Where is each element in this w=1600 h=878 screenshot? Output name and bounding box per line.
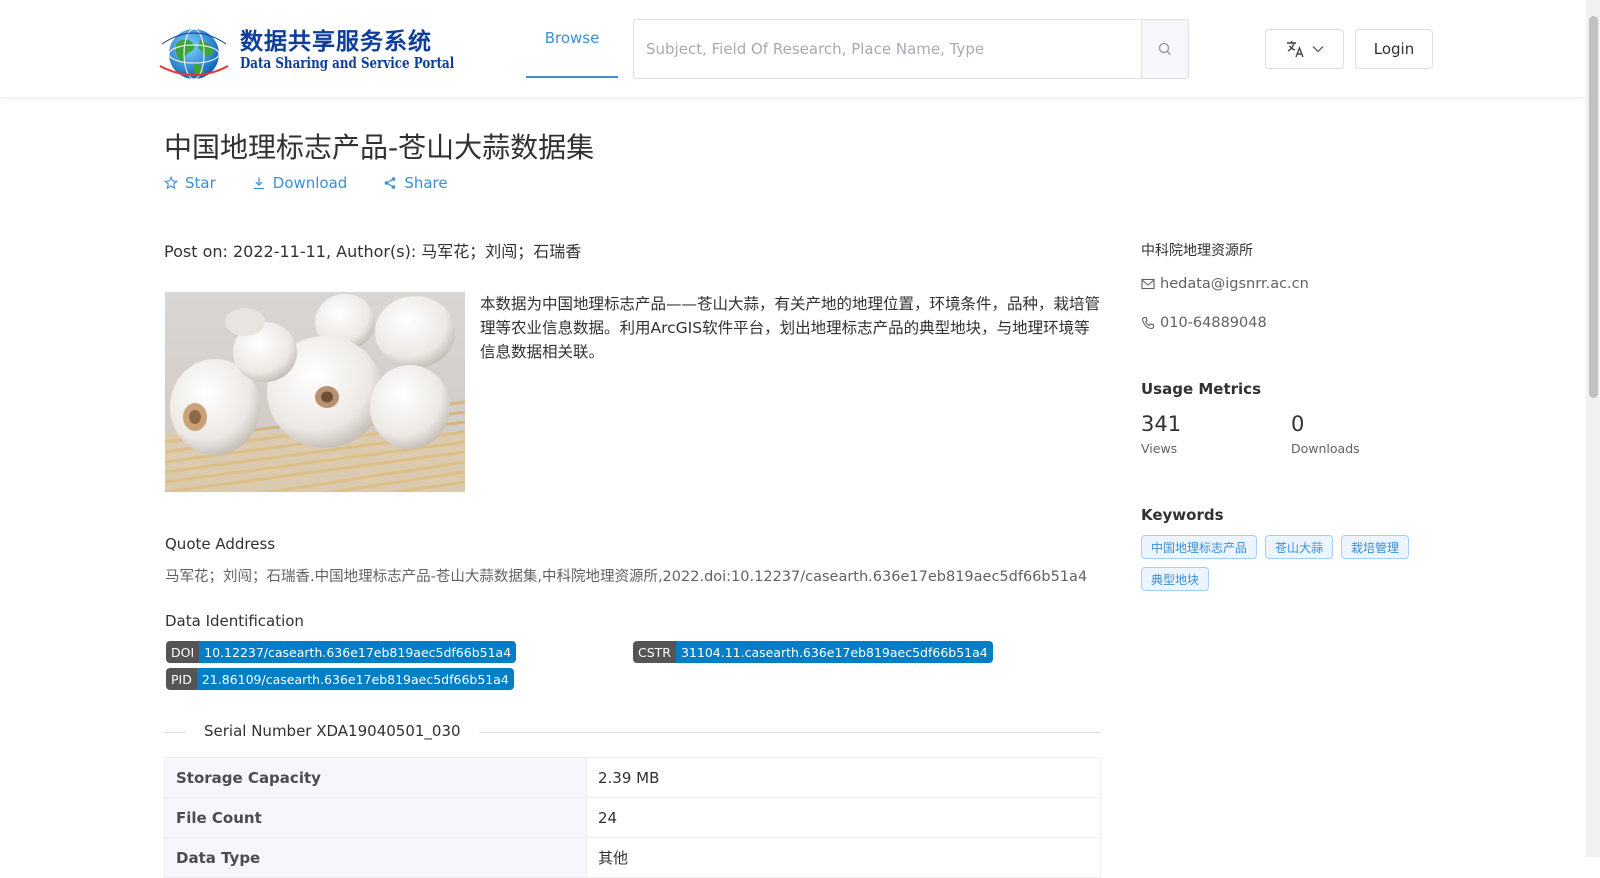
file-count-value: 24 — [586, 797, 1101, 838]
file-count-label: File Count — [164, 797, 587, 838]
post-info: Post on: 2022-11-11, Author(s): 马军花；刘闯；石… — [164, 242, 582, 261]
email-text: hedata@igsnrr.ac.cn — [1160, 276, 1309, 292]
dataset-thumbnail — [165, 292, 465, 492]
cstr-badge[interactable]: CSTR 31104.11.casearth.636e17eb819aec5df… — [633, 641, 993, 663]
dataset-title: 中国地理标志产品-苍山大蒜数据集 — [164, 131, 595, 164]
downloads-metric: 0 Downloads — [1291, 412, 1360, 456]
share-button[interactable]: Share — [383, 174, 448, 192]
cstr-key: CSTR — [633, 641, 676, 663]
page-scrollbar-thumb[interactable] — [1589, 16, 1598, 398]
share-label: Share — [404, 174, 448, 192]
data-type-label: Data Type — [164, 837, 587, 878]
search-button[interactable] — [1141, 20, 1188, 78]
serial-number: Serial Number XDA19040501_030 — [186, 722, 479, 740]
share-icon — [385, 177, 396, 189]
downloads-count: 0 — [1291, 412, 1305, 436]
star-icon — [164, 176, 178, 190]
phone-icon — [1141, 316, 1155, 330]
downloads-label: Downloads — [1291, 441, 1360, 456]
search-box — [633, 19, 1189, 79]
views-metric: 341 Views — [1141, 412, 1181, 456]
data-type-value: 其他 — [586, 837, 1101, 878]
keyword-tag[interactable]: 苍山大蒜 — [1265, 535, 1334, 559]
site-logo[interactable]: 数据共享服务系统 Data Sharing and Service Portal — [154, 18, 454, 80]
top-header: 数据共享服务系统 Data Sharing and Service Portal… — [0, 0, 1586, 98]
login-button[interactable]: Login — [1355, 29, 1433, 69]
doi-value: 10.12237/casearth.636e17eb819aec5df66b51… — [199, 641, 517, 663]
contact-email[interactable]: hedata@igsnrr.ac.cn — [1141, 276, 1309, 292]
storage-capacity-value: 2.39 MB — [586, 757, 1101, 798]
translate-icon — [1286, 41, 1304, 58]
keyword-tag[interactable]: 中国地理标志产品 — [1141, 535, 1258, 559]
nav-browse-tab[interactable]: Browse — [526, 0, 618, 78]
table-row: Storage Capacity 2.39 MB — [164, 757, 1101, 798]
doi-badge[interactable]: DOI 10.12237/casearth.636e17eb819aec5df6… — [166, 641, 517, 663]
storage-capacity-label: Storage Capacity — [164, 757, 587, 798]
pid-key: PID — [166, 668, 197, 690]
download-icon — [253, 177, 264, 190]
usage-metrics-heading: Usage Metrics — [1141, 380, 1261, 398]
star-label: Star — [185, 174, 216, 192]
phone-text: 010-64889048 — [1160, 315, 1267, 331]
logo-title-cn: 数据共享服务系统 — [240, 29, 432, 55]
search-icon — [1158, 42, 1171, 55]
pid-value: 21.86109/casearth.636e17eb819aec5df66b51… — [196, 668, 514, 690]
mail-icon — [1141, 278, 1155, 290]
contact-phone: 010-64889048 — [1141, 315, 1267, 331]
globe-logo-icon — [159, 28, 229, 80]
keyword-tag[interactable]: 栽培管理 — [1341, 535, 1410, 559]
search-input[interactable] — [634, 20, 1141, 78]
data-identification-label: Data Identification — [165, 612, 304, 630]
pid-badge[interactable]: PID 21.86109/casearth.636e17eb819aec5df6… — [166, 668, 514, 690]
dataset-description: 本数据为中国地理标志产品——苍山大蒜，有关产地的地理位置，环境条件，品种，栽培管… — [480, 295, 1101, 361]
logo-title-en: Data Sharing and Service Portal — [240, 55, 455, 72]
views-label: Views — [1141, 441, 1178, 456]
download-button[interactable]: Download — [252, 174, 348, 192]
chevron-down-icon — [1312, 46, 1323, 53]
garlic-image — [165, 292, 465, 492]
dataset-actions: Star Download Share — [164, 172, 484, 194]
dataset-info-table: Storage Capacity 2.39 MB File Count 24 D… — [164, 757, 1101, 878]
table-row: File Count 24 — [164, 797, 1101, 838]
cstr-value: 31104.11.casearth.636e17eb819aec5df66b51… — [675, 641, 993, 663]
quote-address-text: 马军花；刘闯；石瑞香.中国地理标志产品-苍山大蒜数据集,中科院地理资源所,202… — [165, 569, 1088, 585]
keywords-heading: Keywords — [1141, 506, 1224, 524]
organization-name: 中科院地理资源所 — [1141, 243, 1253, 259]
download-label: Download — [272, 174, 348, 192]
keyword-tag[interactable]: 典型地块 — [1141, 567, 1210, 591]
language-switcher[interactable] — [1265, 29, 1344, 69]
star-button[interactable]: Star — [164, 174, 216, 192]
table-row: Data Type 其他 — [164, 837, 1101, 878]
doi-key: DOI — [166, 641, 200, 663]
views-count: 341 — [1141, 412, 1182, 436]
quote-address-label: Quote Address — [165, 535, 276, 553]
